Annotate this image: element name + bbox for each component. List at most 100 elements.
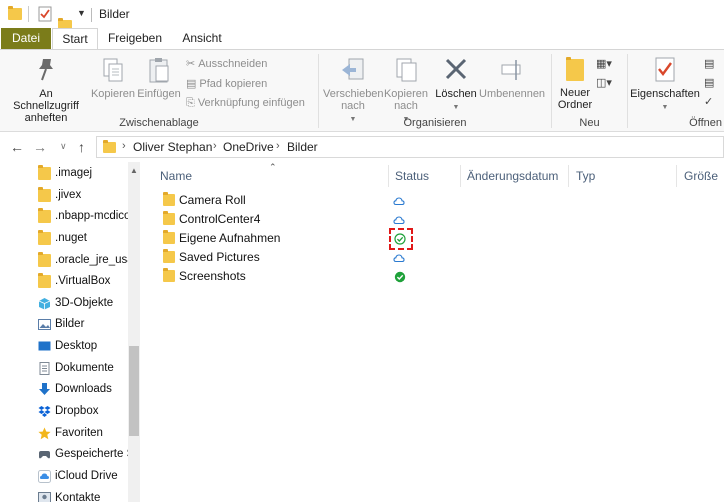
ribbon: An Schnellzugriff anheften Kopieren Einf… bbox=[0, 49, 724, 132]
group-oeffnen: Eigenschaften ▼ ▤ ▤ ✓ Öffnen bbox=[628, 50, 724, 132]
divider bbox=[28, 6, 29, 22]
nav-item-virtualbox[interactable]: .VirtualBox bbox=[38, 271, 130, 292]
open-button[interactable]: ▤ bbox=[704, 56, 717, 72]
tab-freigeben[interactable]: Freigeben bbox=[104, 28, 166, 49]
cut-button[interactable]: ✂ Ausschneiden bbox=[186, 56, 267, 72]
delete-icon bbox=[445, 58, 467, 80]
column-header-status[interactable]: Status bbox=[395, 169, 429, 183]
address-bar[interactable]: › Oliver Stephan › OneDrive › Bilder bbox=[96, 136, 724, 158]
move-to-button[interactable]: Verschieben nach ▼ bbox=[323, 56, 384, 126]
properties-button[interactable]: Eigenschaften ▼ bbox=[630, 56, 700, 114]
nav-item-imagej[interactable]: .imagej bbox=[38, 163, 130, 184]
divider bbox=[676, 165, 677, 187]
nav-item-kontakte[interactable]: Kontakte bbox=[38, 488, 130, 502]
tab-start[interactable]: Start bbox=[52, 28, 98, 50]
nav-item-oracle[interactable]: .oracle_jre_usage bbox=[38, 250, 130, 271]
forward-arrow-icon[interactable]: → bbox=[33, 139, 47, 155]
nav-item-jivex[interactable]: .jivex bbox=[38, 185, 130, 206]
copy-path-button[interactable]: ▤ Pfad kopieren bbox=[186, 76, 267, 92]
chevron-down-icon: ▼ bbox=[452, 104, 460, 111]
nav-item-dokumente[interactable]: Dokumente bbox=[38, 358, 130, 379]
group-label-neu: Neu bbox=[579, 117, 600, 129]
properties-quick-access-icon[interactable] bbox=[38, 6, 52, 22]
nav-item-downloads[interactable]: Downloads bbox=[38, 379, 130, 400]
file-row-camera-roll[interactable]: Camera Roll bbox=[160, 191, 420, 210]
column-header-type[interactable]: Typ bbox=[576, 169, 595, 183]
paste-shortcut-button[interactable]: ⎘ Verknüpfung einfügen bbox=[186, 95, 305, 111]
window-title: Bilder bbox=[99, 7, 130, 21]
edit-button[interactable]: ▤ bbox=[704, 75, 717, 91]
scissors-icon: ✂ bbox=[186, 58, 196, 71]
breadcrumb-oliver-stephan[interactable]: Oliver Stephan bbox=[133, 140, 212, 154]
quick-access-dropdown-icon[interactable]: ▼ bbox=[77, 8, 86, 24]
folder-icon bbox=[163, 192, 175, 206]
copy-to-icon bbox=[396, 58, 417, 82]
scrollbar-thumb[interactable] bbox=[129, 346, 139, 436]
new-folder-icon bbox=[566, 57, 584, 81]
file-row-screenshots[interactable]: Screenshots bbox=[160, 267, 420, 286]
nav-item-3d-objekte[interactable]: 3D-Objekte bbox=[38, 293, 130, 314]
tab-datei[interactable]: Datei bbox=[1, 28, 51, 49]
rename-button[interactable]: Umbenennen bbox=[479, 56, 545, 100]
column-header-size[interactable]: Größe bbox=[684, 169, 718, 183]
folder-icon bbox=[38, 252, 51, 267]
delete-button[interactable]: Löschen ▼ bbox=[433, 56, 479, 114]
up-arrow-icon[interactable]: ↑ bbox=[78, 139, 85, 155]
new-item-icon: ▦▾ bbox=[596, 58, 612, 71]
nav-item-gespeicherte-spiele[interactable]: Gespeicherte Spiele bbox=[38, 444, 130, 465]
nav-item-bilder[interactable]: Bilder bbox=[38, 314, 130, 335]
easy-access-button[interactable]: ◫▾ bbox=[596, 75, 615, 91]
nav-item-icloud-drive[interactable]: iCloud Drive bbox=[38, 466, 130, 487]
title-bar: ▼ Bilder bbox=[0, 0, 724, 32]
folder-icon bbox=[163, 211, 175, 225]
file-row-saved-pictures[interactable]: Saved Pictures bbox=[160, 248, 420, 267]
sort-ascending-icon: ⌃ bbox=[269, 162, 277, 172]
nav-item-desktop[interactable]: Desktop bbox=[38, 336, 130, 357]
folder-icon bbox=[163, 230, 175, 244]
nav-item-favoriten[interactable]: Favoriten bbox=[38, 423, 130, 444]
new-folder-button[interactable]: Neuer Ordner bbox=[554, 56, 596, 111]
folder-icon bbox=[163, 249, 175, 263]
column-header-date[interactable]: Änderungsdatum bbox=[467, 169, 558, 183]
properties-label: Eigenschaften bbox=[630, 88, 700, 100]
breadcrumb-onedrive[interactable]: OneDrive bbox=[223, 140, 274, 154]
pin-to-quick-access-button[interactable]: An Schnellzugriff anheften bbox=[6, 56, 86, 124]
scroll-up-arrow-icon[interactable]: ▲ bbox=[130, 166, 138, 175]
paste-icon bbox=[149, 58, 169, 83]
recent-locations-chevron-icon[interactable]: ∨ bbox=[60, 141, 67, 152]
copy-path-label: Pfad kopieren bbox=[199, 78, 268, 90]
back-arrow-icon[interactable]: ← bbox=[10, 139, 24, 155]
rename-label: Umbenennen bbox=[479, 88, 546, 100]
folder-icon bbox=[38, 208, 51, 223]
file-row-eigene-aufnahmen[interactable]: Eigene Aufnahmen bbox=[160, 229, 420, 248]
ribbon-tabs: Datei Start Freigeben Ansicht bbox=[0, 28, 724, 50]
history-button[interactable]: ✓ bbox=[704, 94, 716, 110]
nav-item-dropbox[interactable]: Dropbox bbox=[38, 401, 130, 422]
group-label-oeffnen: Öffnen bbox=[689, 117, 722, 129]
copy-button[interactable]: Kopieren bbox=[90, 56, 136, 100]
folder-icon bbox=[8, 6, 22, 20]
file-row-controlcenter4[interactable]: ControlCenter4 bbox=[160, 210, 420, 229]
chevron-down-icon: ▼ bbox=[661, 104, 669, 111]
new-item-button[interactable]: ▦▾ bbox=[596, 56, 615, 72]
folder-icon bbox=[38, 230, 51, 245]
tab-ansicht[interactable]: Ansicht bbox=[176, 28, 228, 49]
rename-icon bbox=[501, 60, 521, 80]
folder-icon bbox=[163, 268, 175, 282]
copy-to-button[interactable]: Kopieren nach ▼ bbox=[379, 56, 433, 126]
breadcrumb-separator-icon: › bbox=[122, 140, 126, 152]
file-list: ⌃ Name Status Änderungsdatum Typ Größe C… bbox=[140, 162, 724, 502]
paste-button[interactable]: Einfügen bbox=[136, 56, 182, 100]
navigation-pane: .imagej .jivex .nbapp-mcdicom .nuget .or… bbox=[0, 162, 140, 502]
cloud-status-icon bbox=[393, 197, 405, 206]
column-header-name[interactable]: Name bbox=[160, 169, 192, 183]
nav-item-nuget[interactable]: .nuget bbox=[38, 228, 130, 249]
navigation-row: ← → ∨ ↑ › Oliver Stephan › OneDrive › Bi… bbox=[0, 132, 724, 162]
folder-icon bbox=[38, 187, 51, 202]
breadcrumb-bilder[interactable]: Bilder bbox=[287, 140, 318, 154]
navigation-scrollbar[interactable]: ▲ bbox=[128, 162, 140, 502]
new-folder-label-line2: Ordner bbox=[557, 99, 593, 111]
edit-icon: ▤ bbox=[704, 77, 715, 90]
nav-item-nbapp[interactable]: .nbapp-mcdicom bbox=[38, 206, 130, 227]
open-icon: ▤ bbox=[704, 58, 715, 71]
